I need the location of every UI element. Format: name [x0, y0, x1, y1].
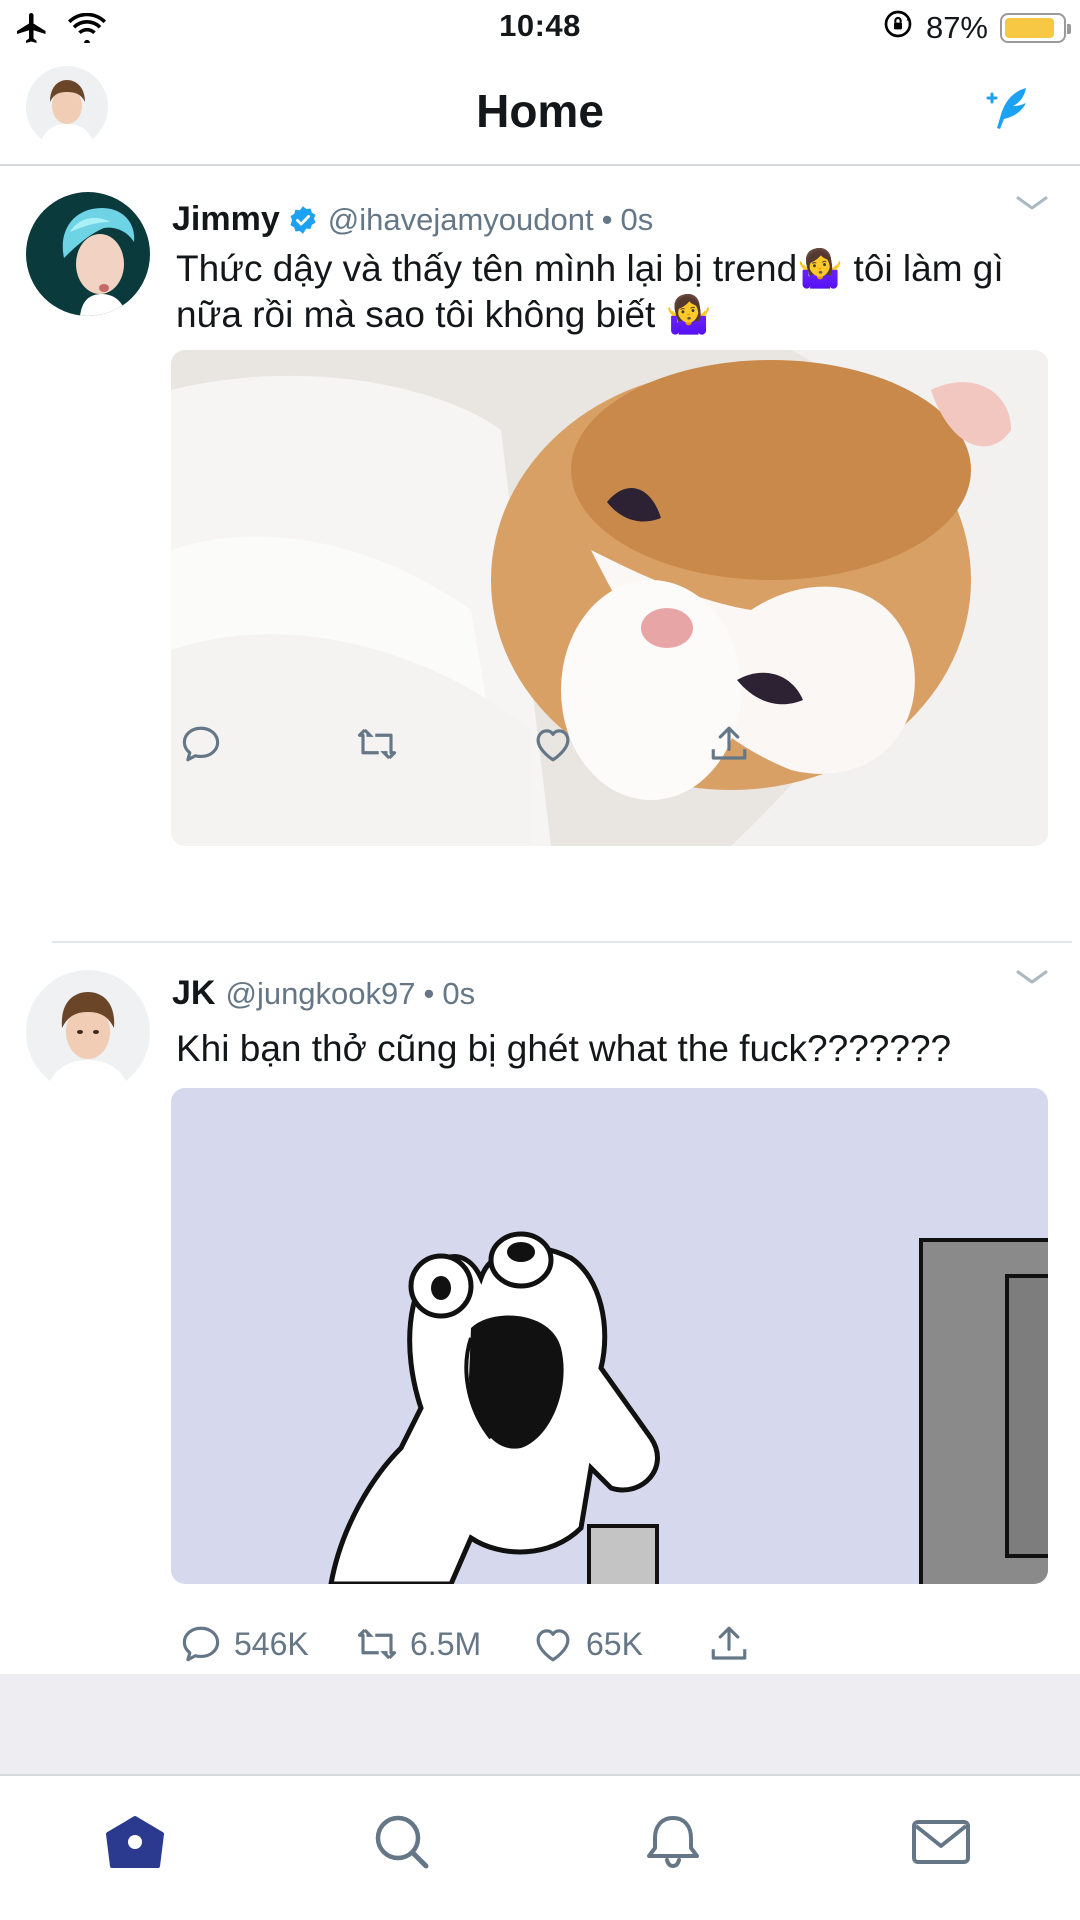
retweet-button[interactable]: 6.5M	[356, 1623, 532, 1665]
battery-level-fill	[1005, 18, 1054, 38]
chevron-down-icon[interactable]	[1014, 194, 1050, 214]
feed-empty-area	[0, 1674, 1080, 1774]
like-count: 65K	[586, 1625, 643, 1662]
feather-compose-icon[interactable]	[986, 84, 1034, 132]
tweet-card[interactable]: Jimmy @ihavejamyoudont • 0s Thức dậy và …	[0, 168, 1080, 940]
tweet-timestamp: 0s	[620, 201, 654, 237]
tweet-divider	[52, 941, 1072, 943]
tweet-text: Thức dậy và thấy tên mình lại bị trend🤷‍…	[176, 248, 1004, 335]
dot-separator: •	[423, 975, 435, 1011]
retweet-icon	[357, 1628, 397, 1660]
share-icon	[711, 726, 747, 760]
dot-separator: •	[601, 201, 613, 237]
heart-icon	[536, 1629, 570, 1662]
share-icon	[711, 1626, 747, 1660]
retweet-button[interactable]	[356, 723, 532, 765]
tweet-actions	[180, 714, 884, 774]
home-icon[interactable]	[102, 1812, 168, 1872]
retweet-count: 6.5M	[410, 1625, 482, 1662]
battery-percent: 87%	[925, 10, 988, 45]
battery-icon	[1000, 13, 1071, 43]
reply-button[interactable]	[180, 723, 356, 765]
like-button[interactable]: 65K	[532, 1623, 708, 1665]
bottom-tab-bar	[0, 1774, 1080, 1920]
rotation-lock-icon	[882, 8, 914, 48]
like-button[interactable]	[532, 723, 708, 765]
tweet-author-handle[interactable]: @jungkook97	[225, 976, 415, 1012]
tweet-author-handle[interactable]: @ihavejamyoudont	[328, 202, 594, 238]
reply-icon	[182, 726, 220, 762]
reply-icon	[182, 1626, 220, 1662]
chevron-down-icon[interactable]	[1014, 968, 1050, 988]
tweet-actions: 546K 6.5M 65K	[180, 1614, 884, 1674]
retweet-icon	[357, 728, 397, 760]
notifications-icon[interactable]	[640, 1812, 706, 1872]
tweet-header: Jimmy @ihavejamyoudont • 0s	[172, 200, 653, 239]
page-title: Home	[476, 85, 604, 137]
tweet-timestamp: 0s	[442, 975, 476, 1011]
status-bar: 10:48 87%	[0, 0, 1080, 56]
rage-comic-image[interactable]	[171, 1088, 1048, 1584]
tweet-author-avatar[interactable]	[26, 970, 150, 1094]
tweet-author-name[interactable]: JK	[172, 974, 215, 1013]
tweet-author-name[interactable]: Jimmy	[172, 200, 280, 239]
reply-button[interactable]: 546K	[180, 1623, 356, 1665]
share-button[interactable]	[708, 723, 884, 765]
top-nav-bar: Home	[0, 56, 1080, 166]
status-right: 87%	[882, 8, 1071, 48]
tweet-author-avatar[interactable]	[26, 192, 150, 316]
tweet-card[interactable]: JK @jungkook97 • 0s Khi bạn thở cũng bị …	[0, 944, 1080, 1674]
verified-badge-icon	[288, 205, 318, 235]
share-button[interactable]	[708, 1623, 884, 1665]
search-icon[interactable]	[370, 1812, 436, 1872]
tweet-text: Khi bạn thở cũng bị ghét what the fuck??…	[176, 1028, 952, 1069]
tweet-header: JK @jungkook97 • 0s	[172, 974, 475, 1013]
battery-cap	[1067, 24, 1071, 34]
app-screen: 10:48 87% Home Jimmy @ihavejamyoudont • …	[0, 0, 1080, 1920]
heart-icon	[536, 729, 570, 762]
reply-count: 546K	[234, 1625, 309, 1662]
messages-icon[interactable]	[908, 1812, 974, 1872]
